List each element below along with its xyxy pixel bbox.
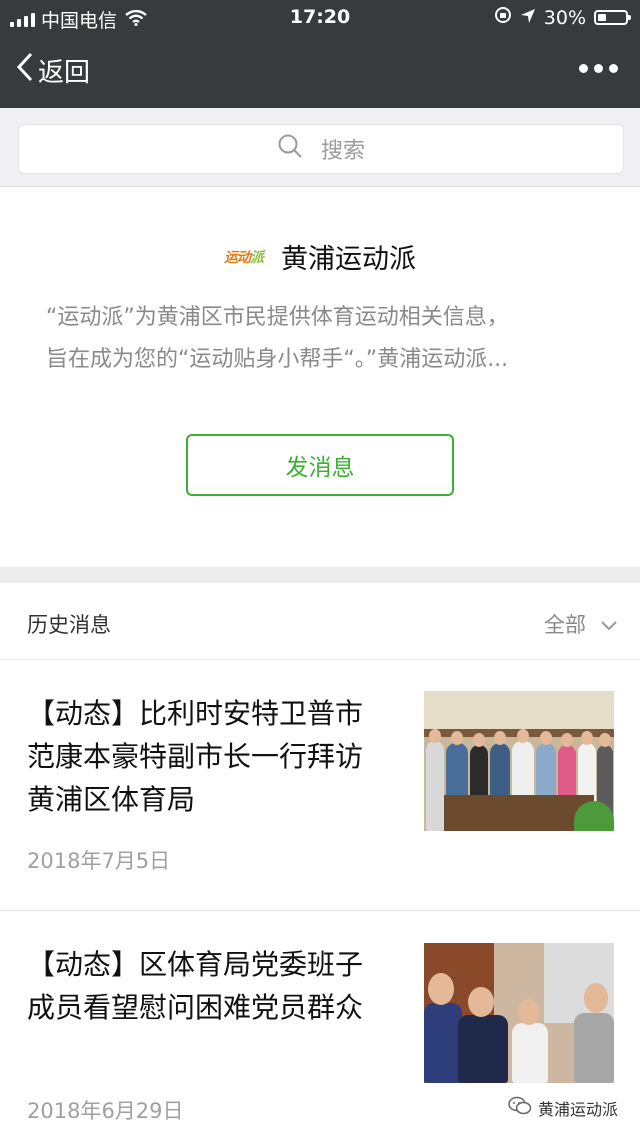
chevron-down-icon (586, 612, 618, 636)
watermark: 黄浦运动派 (503, 1094, 622, 1122)
search-input[interactable]: 搜索 (18, 124, 624, 174)
wechat-icon (508, 1096, 538, 1120)
search-placeholder: 搜索 (320, 139, 365, 164)
article-thumbnail (424, 691, 614, 831)
article-thumbnail (424, 943, 614, 1083)
watermark-text: 黄浦运动派 (537, 1100, 618, 1119)
dot-icon (609, 64, 618, 73)
account-description: “运动派”为黄浦区市民提供体育运动相关信息， 旨在成为您的“运动贴身小帮手“。”… (46, 305, 509, 372)
filter-label: 全部 (544, 613, 586, 637)
battery-percent: 30% (543, 6, 586, 29)
article-item[interactable]: 【动态】比利时安特卫普市范康本豪特副市长一行拜访黄浦区体育局 2018年7月5日 (0, 660, 640, 910)
nav-bar: 返回 (0, 36, 640, 108)
rotation-lock-icon (494, 6, 512, 29)
chevron-left-icon (16, 52, 38, 89)
filter-dropdown[interactable]: 全部 (544, 609, 618, 639)
dot-icon (594, 64, 603, 73)
history-messages: 历史消息 全部 【动态】比利时安特卫普市范康本豪特副市长一行拜访黄浦区体育局 2… (0, 583, 640, 1138)
search-area: 搜索 (0, 108, 640, 187)
back-label: 返回 (38, 58, 91, 88)
account-logo: 运动派 (224, 249, 264, 266)
battery-icon (594, 10, 631, 25)
article-date: 2018年6月29日 (27, 1099, 184, 1123)
location-arrow-icon (520, 7, 536, 29)
search-icon (277, 133, 321, 165)
article-date: 2018年7月5日 (27, 849, 171, 873)
account-name: 黄浦运动派 (281, 244, 416, 275)
history-title: 历史消息 (27, 613, 111, 637)
back-button[interactable]: 返回 (16, 52, 90, 89)
account-profile-card: 运动派 黄浦运动派 “运动派”为黄浦区市民提供体育运动相关信息， 旨在成为您的“… (0, 187, 640, 567)
send-message-button[interactable]: 发消息 (186, 434, 454, 496)
dot-icon (579, 64, 588, 73)
more-options-button[interactable] (579, 58, 618, 79)
article-title: 【动态】比利时安特卫普市范康本豪特副市长一行拜访黄浦区体育局 (27, 697, 364, 816)
history-header: 历史消息 全部 (0, 583, 640, 660)
article-title: 【动态】区体育局党委班子成员看望慰问困难党员群众 (27, 948, 364, 1024)
status-bar: 中国电信 17:20 30% (0, 0, 640, 36)
